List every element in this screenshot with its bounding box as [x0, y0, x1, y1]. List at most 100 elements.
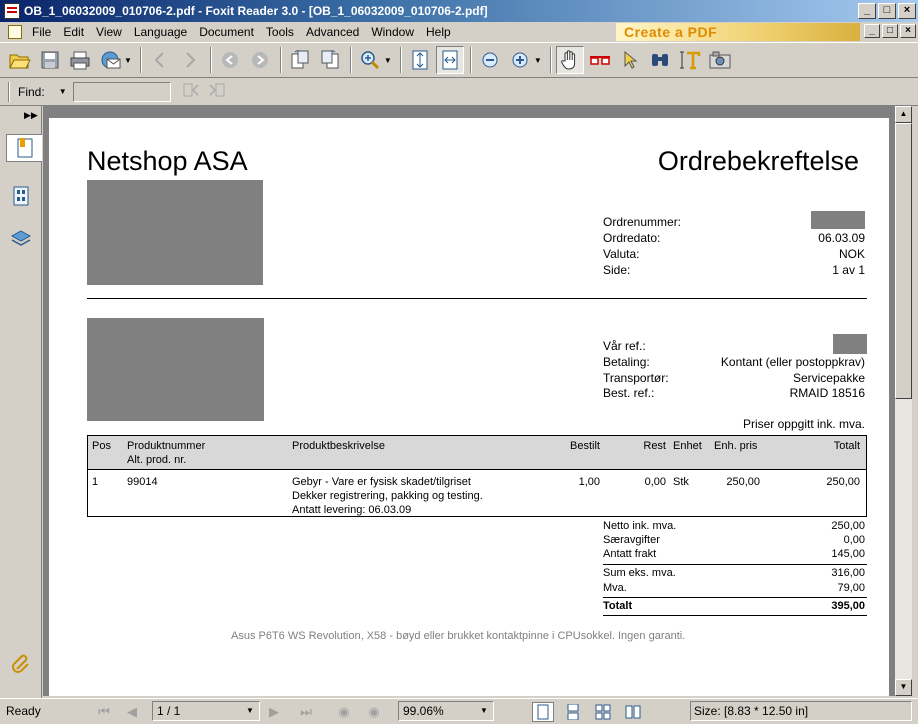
find-options-dropdown-icon[interactable]: ▼	[59, 87, 67, 96]
last-page-icon[interactable]: ⏭	[296, 703, 316, 721]
text-select-icon[interactable]	[676, 46, 704, 74]
thumbnails-panel-icon[interactable]	[8, 182, 34, 210]
zoom-in-tool-icon[interactable]	[356, 46, 384, 74]
menu-file[interactable]: File	[26, 25, 57, 39]
fit-page-icon[interactable]	[406, 46, 434, 74]
status-text: Ready	[6, 704, 41, 718]
cell-description-line-3: Antatt levering: 06.03.09	[292, 504, 412, 516]
menu-bar: File Edit View Language Document Tools A…	[0, 22, 918, 42]
go-back-icon[interactable]	[216, 46, 244, 74]
attachments-panel-icon[interactable]	[8, 650, 34, 678]
menu-tools[interactable]: Tools	[260, 25, 300, 39]
document-viewport[interactable]: Netshop ASA Ordrebekreftelse Ordrenummer…	[43, 106, 895, 696]
zoom-in-icon[interactable]	[506, 46, 534, 74]
menu-window[interactable]: Window	[365, 25, 420, 39]
rotate-left-icon[interactable]	[286, 46, 314, 74]
continuous-view-icon[interactable]	[562, 702, 584, 722]
previous-page-icon[interactable]	[146, 46, 174, 74]
save-icon[interactable]	[36, 46, 64, 74]
find-previous-icon[interactable]	[181, 81, 201, 102]
meta-label-page: Side:	[603, 263, 631, 277]
total-value-net: 250,00	[831, 520, 865, 532]
col-product-number: Produktnummer	[127, 440, 206, 452]
toolbar-separator	[139, 47, 142, 73]
maximize-button[interactable]: □	[878, 3, 896, 19]
doc-minimize-button[interactable]: _	[864, 24, 880, 38]
menu-edit[interactable]: Edit	[57, 25, 90, 39]
total-label-shipping: Antatt frakt	[603, 548, 657, 560]
fit-width-icon[interactable]	[435, 46, 464, 74]
find-label: Find:	[18, 84, 45, 99]
email-dropdown-icon[interactable]: ▼	[124, 56, 132, 65]
table-row: 1 99014 Gebyr - Vare er fysisk skadet/ti…	[88, 470, 866, 516]
col-ordered: Bestilt	[570, 440, 600, 452]
vertical-scrollbar[interactable]: ▲ ▼	[895, 106, 912, 696]
zoom-tool-dropdown-icon[interactable]: ▼	[384, 56, 392, 65]
find-bar-grip[interactable]	[8, 81, 10, 102]
snapshot-camera-icon[interactable]	[706, 46, 734, 74]
meta-label-currency: Valuta:	[603, 247, 640, 261]
bookmarks-panel-icon[interactable]	[6, 134, 42, 162]
minimize-button[interactable]: _	[858, 3, 876, 19]
go-forward-icon[interactable]	[246, 46, 274, 74]
cell-description-line-1: Gebyr - Vare er fysisk skadet/tilgriset	[292, 476, 471, 488]
page-dropdown-icon[interactable]: ▼	[243, 704, 257, 718]
cell-ordered: 1,00	[578, 476, 600, 488]
scroll-down-icon[interactable]: ▼	[895, 679, 912, 696]
find-next-icon[interactable]	[207, 81, 227, 102]
col-pos: Pos	[92, 440, 111, 452]
snapshot-glasses-icon[interactable]	[586, 46, 614, 74]
total-label-grand: Totalt	[603, 600, 633, 612]
single-page-view-icon[interactable]	[532, 702, 554, 722]
hand-tool-icon[interactable]	[555, 46, 584, 74]
continuous-facing-view-icon[interactable]	[622, 702, 644, 722]
menu-document[interactable]: Document	[193, 25, 260, 39]
zoom-level-dropdown-icon[interactable]: ▼	[477, 704, 491, 718]
menu-help[interactable]: Help	[420, 25, 457, 39]
select-arrow-icon[interactable]	[616, 46, 644, 74]
expand-panel-icon[interactable]: ▶▶	[24, 110, 38, 121]
title-bar: OB_1_06032009_010706-2.pdf - Foxit Reade…	[0, 0, 918, 22]
menu-language[interactable]: Language	[128, 25, 193, 39]
close-button[interactable]: ×	[898, 3, 916, 19]
status-bar: Ready ⏮ ◀ 1 / 1 ▼ ▶ ⏭ ◉ ◉ 99.06% ▼ Size:…	[0, 698, 918, 724]
doc-close-button[interactable]: ×	[900, 24, 916, 38]
menu-advanced[interactable]: Advanced	[300, 25, 365, 39]
toolbar-separator	[279, 47, 282, 73]
total-value-shipping: 145,00	[831, 548, 865, 560]
navigation-panel: ▶▶	[0, 106, 42, 698]
next-page-icon[interactable]	[176, 46, 204, 74]
zoom-level-value: 99.06%	[403, 704, 444, 718]
col-total: Totalt	[833, 440, 860, 452]
find-binoculars-icon[interactable]	[646, 46, 674, 74]
scroll-thumb[interactable]	[895, 123, 912, 399]
doc-restore-button[interactable]: □	[882, 24, 898, 38]
meta-label-order-number: Ordrenummer:	[603, 215, 682, 229]
meta-value-page: 1 av 1	[832, 263, 865, 277]
rotate-right-icon[interactable]	[316, 46, 344, 74]
layers-panel-icon[interactable]	[8, 224, 34, 252]
toolbar-separator	[399, 47, 402, 73]
zoom-dropdown-icon[interactable]: ▼	[534, 56, 542, 65]
print-icon[interactable]	[66, 46, 94, 74]
zoom-level-field[interactable]: 99.06% ▼	[398, 701, 494, 721]
email-icon[interactable]	[96, 46, 124, 74]
menu-view[interactable]: View	[90, 25, 128, 39]
document-icon[interactable]	[8, 25, 22, 39]
create-pdf-banner[interactable]: Create a PDF	[616, 23, 860, 41]
scroll-up-icon[interactable]: ▲	[895, 106, 912, 123]
facing-view-icon[interactable]	[592, 702, 614, 722]
first-page-icon[interactable]: ⏮	[94, 703, 114, 721]
ref-label-payment: Betaling:	[603, 355, 650, 369]
meta-value-order-date: 06.03.09	[818, 231, 865, 245]
history-forward-icon[interactable]: ◉	[364, 703, 384, 721]
total-value-excl-vat: 316,00	[831, 567, 865, 579]
zoom-out-icon[interactable]	[476, 46, 504, 74]
open-icon[interactable]	[6, 46, 34, 74]
ref-label-our-ref: Vår ref.:	[603, 339, 646, 353]
history-back-icon[interactable]: ◉	[334, 703, 354, 721]
page-number-field[interactable]: 1 / 1 ▼	[152, 701, 260, 721]
prev-page-icon[interactable]: ◀	[122, 703, 142, 721]
next-page-nav-icon[interactable]: ▶	[264, 703, 284, 721]
find-input[interactable]	[72, 81, 171, 102]
